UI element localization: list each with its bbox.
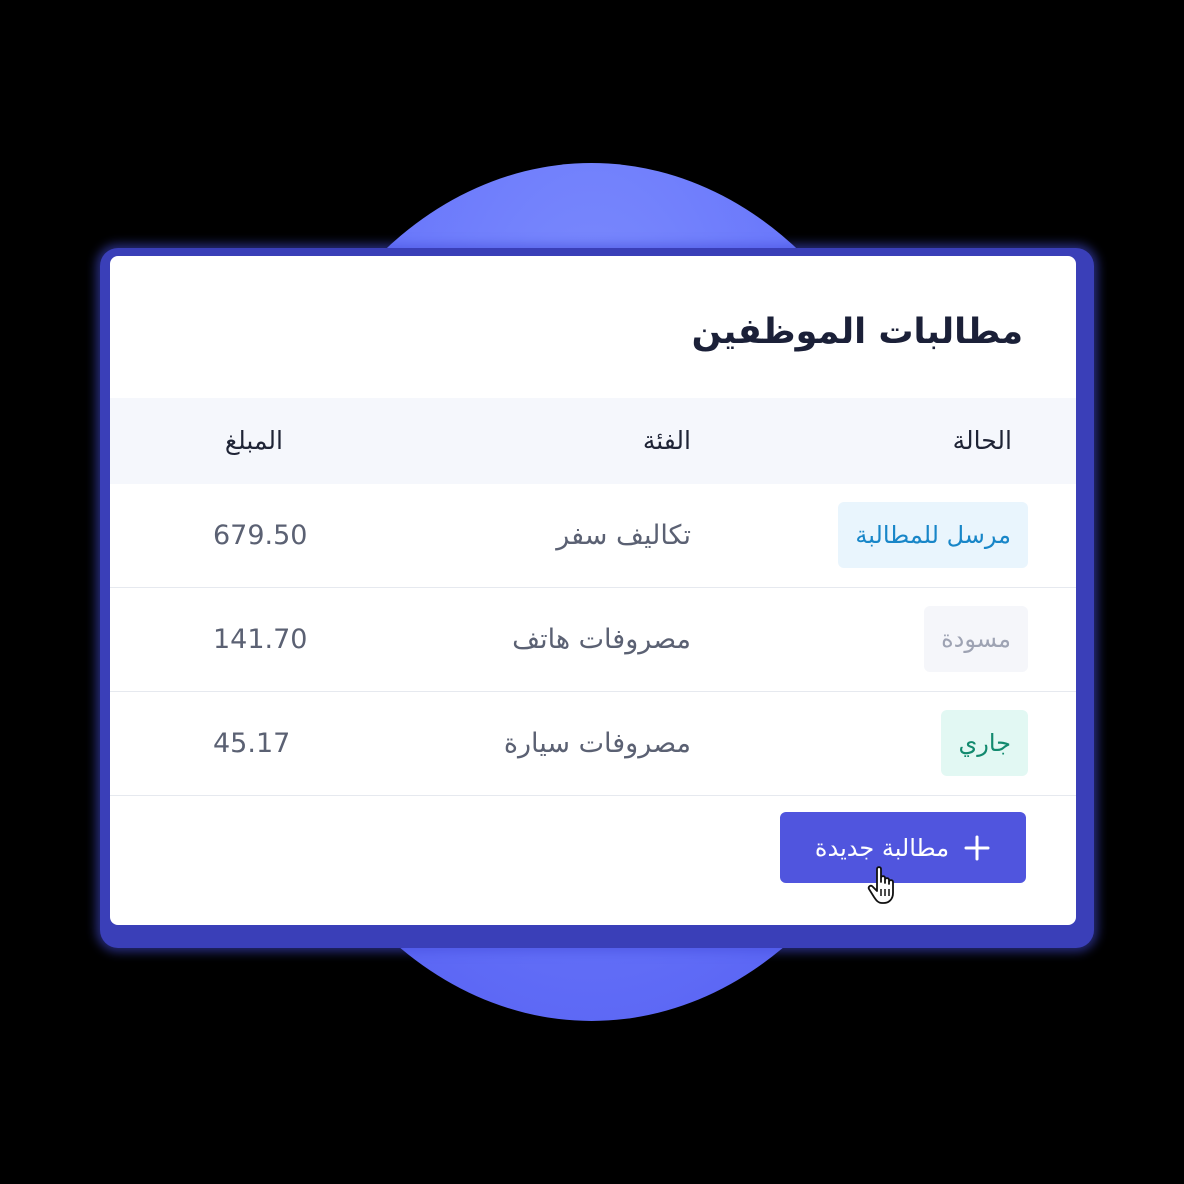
status-badge: مسودة [924, 606, 1028, 672]
hand-pointer-icon [867, 865, 905, 907]
new-claim-label: مطالبة جديدة [814, 833, 950, 862]
table-row[interactable]: جاري مصروفات سيارة 45.17 [110, 692, 1076, 796]
plus-icon [963, 834, 991, 862]
amount-cell: 141.70 [213, 624, 308, 655]
amount-cell: 679.50 [213, 520, 308, 551]
table-header: الحالة الفئة المبلغ [110, 398, 1076, 484]
category-cell: مصروفات سيارة [503, 728, 691, 759]
table-row[interactable]: مرسل للمطالبة تكاليف سفر 679.50 [110, 484, 1076, 588]
card-title: مطالبات الموظفين [691, 312, 1023, 352]
header-category: الفئة [642, 426, 691, 455]
amount-cell: 45.17 [213, 728, 291, 759]
table-row[interactable]: مسودة مصروفات هاتف 141.70 [110, 588, 1076, 692]
header-amount: المبلغ [224, 426, 283, 455]
status-badge: جاري [941, 710, 1028, 776]
category-cell: تكاليف سفر [556, 520, 691, 551]
category-cell: مصروفات هاتف [512, 624, 691, 655]
claims-card: مطالبات الموظفين الحالة الفئة المبلغ مرس… [110, 256, 1076, 925]
header-status: الحالة [952, 426, 1012, 455]
status-badge: مرسل للمطالبة [838, 502, 1028, 568]
